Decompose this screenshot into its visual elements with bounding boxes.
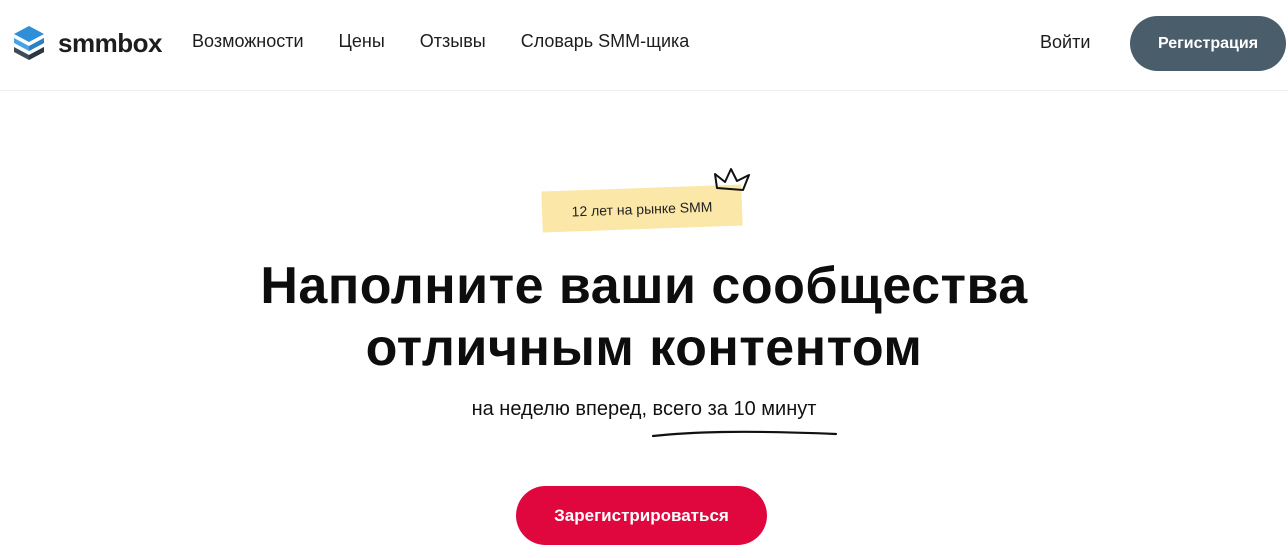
login-link[interactable]: Войти: [1040, 32, 1090, 53]
nav-link-glossary[interactable]: Словарь SMM-щика: [521, 31, 690, 52]
hero-title-line-2: отличным контентом: [365, 319, 923, 377]
hero-title-line-1: Наполните ваши сообщества: [260, 257, 1028, 315]
layers-stack-icon: [12, 25, 46, 61]
register-button[interactable]: Регистрация: [1130, 16, 1286, 71]
nav-link-prices[interactable]: Цены: [339, 31, 385, 52]
main-nav: Возможности Цены Отзывы Словарь SMM-щика: [192, 31, 724, 52]
hand-drawn-underline-icon: [650, 426, 840, 445]
logo-text: smmbox: [58, 27, 162, 58]
hero-title: Наполните ваши сообщества отличным конте…: [0, 255, 1288, 379]
crown-icon: [713, 166, 753, 201]
nav-link-features[interactable]: Возможности: [192, 31, 304, 52]
site-header: smmbox Возможности Цены Отзывы Словарь S…: [0, 0, 1288, 91]
logo[interactable]: smmbox: [12, 24, 162, 62]
experience-badge: 12 лет на рынке SMM: [540, 166, 755, 236]
signup-cta-button[interactable]: Зарегистрироваться: [516, 486, 767, 545]
hero-subtitle: на неделю вперед, всего за 10 минут: [471, 398, 817, 420]
nav-link-reviews[interactable]: Отзывы: [420, 31, 486, 52]
